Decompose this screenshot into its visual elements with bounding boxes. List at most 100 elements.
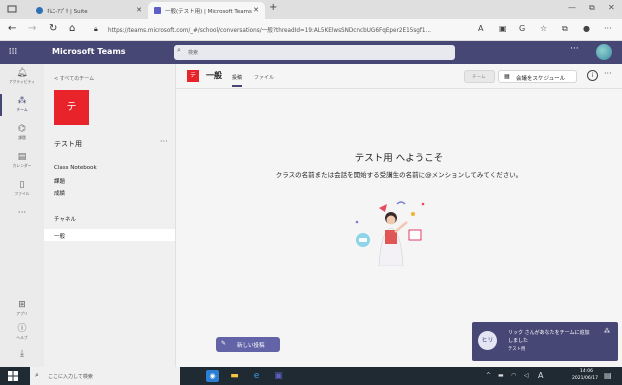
volume-icon[interactable]: ◁ [524,372,529,379]
channel-item-label: 一般 [54,234,66,240]
rail-item-more[interactable]: ··· [0,204,44,232]
bell-icon: 🔔︎ [16,68,28,78]
teams-header: ⁞⁞⁞ Microsoft Teams ⌕ 検索 ··· [0,41,622,64]
search-icon: ⌕ [177,46,181,54]
rail-item-label: 課題 [18,135,26,140]
browser-toolbar: ← → ↻ ⌂ 🔒︎ https://teams.microsoft.com/_… [0,19,622,41]
file-explorer-icon[interactable]: ▬ [228,370,241,382]
sidebar-link-grades[interactable]: 成績 [54,189,65,197]
search-placeholder: 検索 [188,50,199,56]
teams-icon: ⁂ [604,328,610,335]
address-bar-url[interactable]: https://teams.microsoft.com/_#/school/co… [108,25,473,36]
suite-app-icon [36,7,43,14]
welcome-title: テスト用 へようこそ [354,153,444,164]
team-button[interactable]: チーム [464,70,495,83]
window-menu-icon[interactable] [7,4,17,14]
collections-icon[interactable]: ⧉ [562,24,568,34]
browser-menu-icon[interactable]: ··· [604,24,612,33]
close-tab-icon[interactable]: ✕ [253,6,259,14]
channel-header: テ 一般 投稿 ファイル チーム ▦ 会議をスケジュール i ··· [176,64,622,89]
compose-icon: ✎ [221,340,227,347]
windows-start-icon[interactable] [8,371,18,381]
sidebar-link-class-notebook[interactable]: Class Notebook [54,165,97,171]
taskbar-date[interactable]: 2021/06/17 [572,376,598,381]
home-icon[interactable]: ⌂ [69,23,75,34]
channel-more-button[interactable]: ··· [604,69,612,78]
app-launcher-icon[interactable]: ⁞⁞⁞ [6,46,20,59]
new-post-button[interactable]: ✎ 新しい投稿 [216,337,280,352]
browser-tab-suite[interactable]: ｷﾑﾆ-ｱﾌﾟﾘ | Suite ✕ [30,2,148,19]
sidebar-link-assignments[interactable]: 課題 [54,177,65,185]
teams-app-icon[interactable]: ▣ [272,370,285,382]
close-tab-icon[interactable]: ✕ [136,6,142,14]
read-aloud-icon[interactable]: A [478,24,483,33]
teams-favicon-icon [154,7,161,14]
notification-toast[interactable]: ヒリ リック さんがあなたをチームに追加 しました テスト用 ⁂ [472,322,618,361]
tray-chevron-icon[interactable]: ^ [486,372,491,379]
app-title: Microsoft Teams [52,47,126,56]
schedule-meeting-label: 会議をスケジュール [516,76,566,82]
minimize-button[interactable]: — [568,3,576,12]
more-icon: ··· [17,208,27,218]
channel-team-avatar: テ [187,70,199,82]
team-more-button[interactable]: ··· [160,137,168,146]
toast-message-line2: しました [508,338,529,344]
header-more-button[interactable]: ··· [570,44,579,54]
team-name[interactable]: テスト用 [54,139,82,149]
new-tab-button[interactable]: + [269,2,277,13]
rail-item-label: チーム [16,107,28,112]
refresh-icon[interactable]: ↻ [49,23,57,34]
toast-team-name: テスト用 [508,347,526,352]
team-button-label: チーム [472,75,486,80]
windows-taskbar: ⌕ ここに入力して検索 ◉ ▬ e ▣ ^ ▬ ◠ ◁ A 14:06 2021… [0,367,622,385]
all-teams-link[interactable]: < すべてのチーム [54,75,94,82]
browser-tab-teams[interactable]: 一般(テスト用) | Microsoft Teams ✕ [148,2,265,19]
schedule-meeting-button[interactable]: ▦ 会議をスケジュール [498,70,577,83]
edge-icon[interactable]: e [250,370,263,382]
teams-taskbar-icon[interactable]: ◉ [206,370,219,382]
tab-label: ｷﾑﾆ-ｱﾌﾟﾘ | Suite [47,8,88,15]
channels-heading: チャネル [54,217,76,223]
user-avatar[interactable] [596,44,612,60]
files-icon: ▯ [19,180,25,190]
welcome-illustration [355,201,425,266]
channel-sidebar: < すべてのチーム テ テスト用 ··· Class Notebook 課題 成… [44,64,176,367]
taskbar-search-input[interactable]: ⌕ ここに入力して検索 [30,367,180,385]
network-icon[interactable]: ◠ [511,372,516,379]
team-avatar: テ [54,90,89,125]
search-input[interactable]: ⌕ 検索 [174,45,455,60]
rail-item-files[interactable]: ▯ ファイル [0,176,44,204]
forward-icon[interactable]: → [28,23,36,34]
rail-item-label: アクティビティ [9,79,35,84]
close-window-button[interactable]: ✕ [608,3,615,12]
new-post-label: 新しい投稿 [237,343,265,349]
toast-message-line1: リック さんがあなたをチームに追加 [508,330,590,336]
rail-item-calendar[interactable]: ▤ カレンダー [0,148,44,176]
rail-item-help[interactable]: ⓘ ヘルプ [0,320,44,348]
download-icon: ⤓ [20,349,24,359]
taskbar-time[interactable]: 14:06 [580,369,593,374]
back-icon[interactable]: ← [8,23,16,34]
restore-button[interactable]: ⧉ [589,3,595,13]
notification-center-icon[interactable]: ▤ [604,371,612,380]
tab-posts[interactable]: 投稿 [232,74,243,87]
extension-icon[interactable]: ▣ [499,24,507,33]
tab-files[interactable]: ファイル [254,74,274,81]
help-icon: ⓘ [17,324,27,334]
favorites-icon[interactable]: ☆ [540,24,547,33]
apps-icon: ⊞ [18,300,26,310]
search-icon: ⌕ [35,371,39,379]
lock-icon[interactable]: 🔒︎ [94,25,98,34]
rail-item-teams[interactable]: ⁂ チーム [0,92,44,120]
rail-item-assignments[interactable]: ⌬ 課題 [0,120,44,148]
ime-icon[interactable]: A [538,371,543,380]
channel-item-general[interactable]: 一般 [44,229,175,241]
info-icon[interactable]: i [587,70,598,81]
rail-item-activity[interactable]: 🔔︎ アクティビティ [0,64,44,92]
battery-icon[interactable]: ▬ [498,372,504,379]
app-rail: 🔔︎ アクティビティ ⁂ チーム ⌬ 課題 ▤ カレンダー ▯ ファイル ···… [0,64,44,367]
g-extension-icon[interactable]: G [519,24,525,33]
rail-item-label: ファイル [14,191,30,196]
toast-avatar: ヒリ [478,331,497,350]
profile-icon[interactable]: ● [583,24,590,33]
